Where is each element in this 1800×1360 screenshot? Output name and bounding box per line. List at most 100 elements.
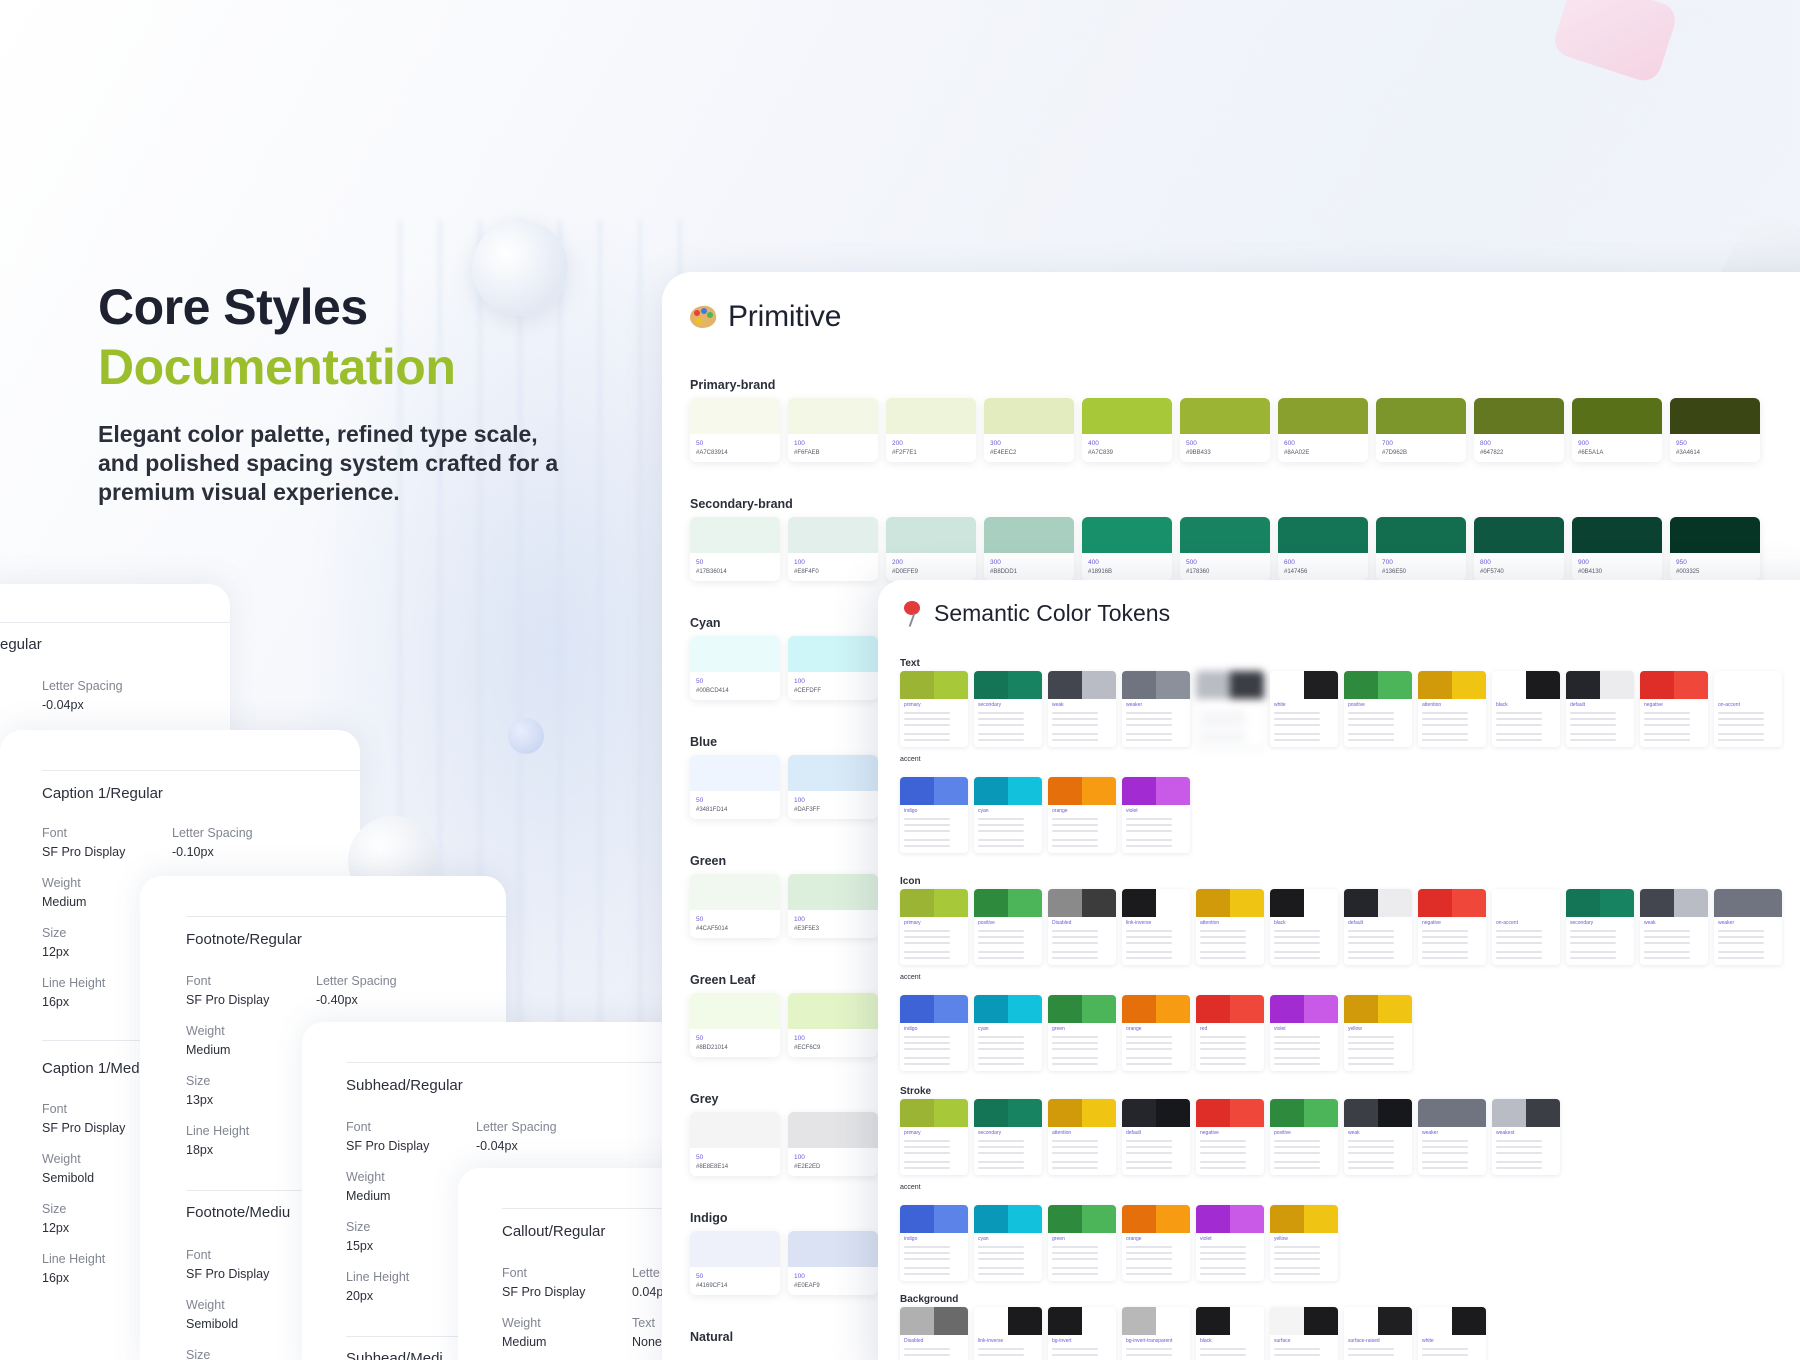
token-detail-line bbox=[1274, 1036, 1320, 1038]
semantic-token[interactable]: violet bbox=[1122, 777, 1190, 853]
semantic-token[interactable]: black bbox=[1270, 889, 1338, 965]
color-swatch[interactable]: 100 #E3F5E3 bbox=[788, 874, 878, 938]
color-swatch[interactable]: 100 #F6FAEB bbox=[788, 398, 878, 462]
color-swatch[interactable]: 50 #00BCD414 bbox=[690, 636, 780, 700]
semantic-token[interactable]: yellow bbox=[1344, 995, 1412, 1071]
semantic-token[interactable]: weak bbox=[1344, 1099, 1412, 1175]
color-swatch[interactable]: 50 #8E8E8E14 bbox=[690, 1112, 780, 1176]
semantic-token[interactable]: indigo bbox=[900, 995, 968, 1071]
color-swatch[interactable]: 300 #E4EEC2 bbox=[984, 398, 1074, 462]
semantic-token[interactable]: attention bbox=[1196, 889, 1264, 965]
semantic-token[interactable]: primary bbox=[900, 889, 968, 965]
semantic-token[interactable]: attention bbox=[1048, 1099, 1116, 1175]
semantic-token[interactable]: secondary bbox=[974, 671, 1042, 747]
token-detail-line bbox=[1570, 951, 1616, 953]
color-swatch[interactable]: 600 #147456 bbox=[1278, 517, 1368, 581]
semantic-token[interactable]: red bbox=[1196, 995, 1264, 1071]
color-swatch[interactable]: 200 #D0EFE9 bbox=[886, 517, 976, 581]
color-swatch[interactable]: 950 #003325 bbox=[1670, 517, 1760, 581]
semantic-token[interactable]: secondary bbox=[1566, 889, 1634, 965]
semantic-token[interactable]: default bbox=[1122, 1099, 1190, 1175]
color-swatch[interactable]: 800 #647822 bbox=[1474, 398, 1564, 462]
semantic-token[interactable]: green bbox=[1048, 995, 1116, 1071]
semantic-token[interactable]: link-inverse bbox=[1122, 889, 1190, 965]
semantic-token[interactable]: yellow bbox=[1270, 1205, 1338, 1281]
semantic-token[interactable]: cyan bbox=[974, 777, 1042, 853]
semantic-token[interactable]: weak bbox=[1048, 671, 1116, 747]
semantic-token[interactable]: indigo bbox=[900, 1205, 968, 1281]
semantic-token[interactable]: cyan bbox=[974, 1205, 1042, 1281]
color-swatch[interactable]: 600 #8AA02E bbox=[1278, 398, 1368, 462]
color-swatch[interactable]: 900 #6E5A1A bbox=[1572, 398, 1662, 462]
color-swatch[interactable]: 50 #A7C83914 bbox=[690, 398, 780, 462]
semantic-token[interactable]: default bbox=[1566, 671, 1634, 747]
color-swatch[interactable]: 50 #4CAF5014 bbox=[690, 874, 780, 938]
semantic-token[interactable]: link-inverse bbox=[974, 1307, 1042, 1360]
semantic-token[interactable]: black bbox=[1492, 671, 1560, 747]
color-swatch[interactable]: 800 #0F5740 bbox=[1474, 517, 1564, 581]
token-color-pair bbox=[1566, 671, 1634, 699]
color-swatch[interactable]: 700 #136E50 bbox=[1376, 517, 1466, 581]
semantic-token[interactable]: weaker bbox=[1418, 1099, 1486, 1175]
color-swatch[interactable]: 50 #4169CF14 bbox=[690, 1231, 780, 1295]
color-swatch[interactable]: 500 #9BB433 bbox=[1180, 398, 1270, 462]
semantic-token[interactable]: on-accent bbox=[1492, 889, 1560, 965]
semantic-token[interactable]: negative bbox=[1640, 671, 1708, 747]
semantic-token[interactable]: primary bbox=[900, 671, 968, 747]
semantic-token[interactable]: weaker bbox=[1122, 671, 1190, 747]
token-detail-line bbox=[1274, 1246, 1320, 1248]
semantic-token[interactable]: positive bbox=[1344, 671, 1412, 747]
color-swatch[interactable]: 100 #E0EAF9 bbox=[788, 1231, 878, 1295]
semantic-token[interactable]: white bbox=[1418, 1307, 1486, 1360]
semantic-token[interactable]: Disabled bbox=[900, 1307, 968, 1360]
semantic-token[interactable]: green bbox=[1048, 1205, 1116, 1281]
color-swatch[interactable]: 300 #B8DDD1 bbox=[984, 517, 1074, 581]
semantic-token[interactable]: bg-invert-transparent bbox=[1122, 1307, 1190, 1360]
token-detail-line bbox=[1422, 1146, 1468, 1148]
semantic-token[interactable]: negative bbox=[1196, 1099, 1264, 1175]
color-swatch[interactable]: 950 #3A4614 bbox=[1670, 398, 1760, 462]
color-swatch[interactable]: 100 #DAF3FF bbox=[788, 755, 878, 819]
color-swatch[interactable]: 100 #ECF6C9 bbox=[788, 993, 878, 1057]
color-swatch[interactable]: 400 #A7C839 bbox=[1082, 398, 1172, 462]
color-swatch[interactable]: 100 #E2E2ED bbox=[788, 1112, 878, 1176]
color-swatch[interactable]: 100 #CEFDFF bbox=[788, 636, 878, 700]
semantic-token[interactable]: white bbox=[1270, 671, 1338, 747]
semantic-token[interactable]: primary bbox=[900, 1099, 968, 1175]
semantic-token[interactable]: positive bbox=[1270, 1099, 1338, 1175]
semantic-token[interactable]: orange bbox=[1048, 777, 1116, 853]
semantic-token[interactable]: surface-raised bbox=[1344, 1307, 1412, 1360]
semantic-token[interactable]: violet bbox=[1270, 995, 1338, 1071]
color-swatch[interactable]: 50 #3481FD14 bbox=[690, 755, 780, 819]
semantic-token[interactable]: bg-invert bbox=[1048, 1307, 1116, 1360]
semantic-token[interactable]: attention bbox=[1418, 671, 1486, 747]
token-detail-line bbox=[1200, 718, 1246, 720]
color-swatch[interactable]: 50 #17B36014 bbox=[690, 517, 780, 581]
semantic-token[interactable]: weaker bbox=[1714, 889, 1782, 965]
color-swatch[interactable]: 200 #F2F7E1 bbox=[886, 398, 976, 462]
semantic-token[interactable]: on-accent bbox=[1714, 671, 1782, 747]
semantic-token[interactable]: positive bbox=[974, 889, 1042, 965]
color-swatch[interactable]: 100 #E8F4F0 bbox=[788, 517, 878, 581]
semantic-token[interactable]: default bbox=[1344, 889, 1412, 965]
color-swatch[interactable]: 500 #178360 bbox=[1180, 517, 1270, 581]
token-detail-line bbox=[1348, 936, 1394, 938]
semantic-token[interactable]: violet bbox=[1196, 1205, 1264, 1281]
semantic-token[interactable]: secondary bbox=[974, 1099, 1042, 1175]
semantic-token[interactable]: surface bbox=[1270, 1307, 1338, 1360]
semantic-token[interactable]: Disabled bbox=[1048, 889, 1116, 965]
token-detail-line bbox=[1718, 951, 1764, 953]
color-swatch[interactable]: 50 #8BD21014 bbox=[690, 993, 780, 1057]
semantic-token[interactable]: orange bbox=[1122, 995, 1190, 1071]
semantic-token[interactable]: negative bbox=[1418, 889, 1486, 965]
semantic-token[interactable]: black bbox=[1196, 1307, 1264, 1360]
semantic-token[interactable]: weak bbox=[1640, 889, 1708, 965]
color-swatch[interactable]: 900 #0B4130 bbox=[1572, 517, 1662, 581]
semantic-token[interactable]: weakest bbox=[1492, 1099, 1560, 1175]
color-swatch[interactable]: 400 #18916B bbox=[1082, 517, 1172, 581]
semantic-token[interactable] bbox=[1196, 671, 1264, 747]
color-swatch[interactable]: 700 #7D962B bbox=[1376, 398, 1466, 462]
semantic-token[interactable]: cyan bbox=[974, 995, 1042, 1071]
semantic-token[interactable]: indigo bbox=[900, 777, 968, 853]
semantic-token[interactable]: orange bbox=[1122, 1205, 1190, 1281]
